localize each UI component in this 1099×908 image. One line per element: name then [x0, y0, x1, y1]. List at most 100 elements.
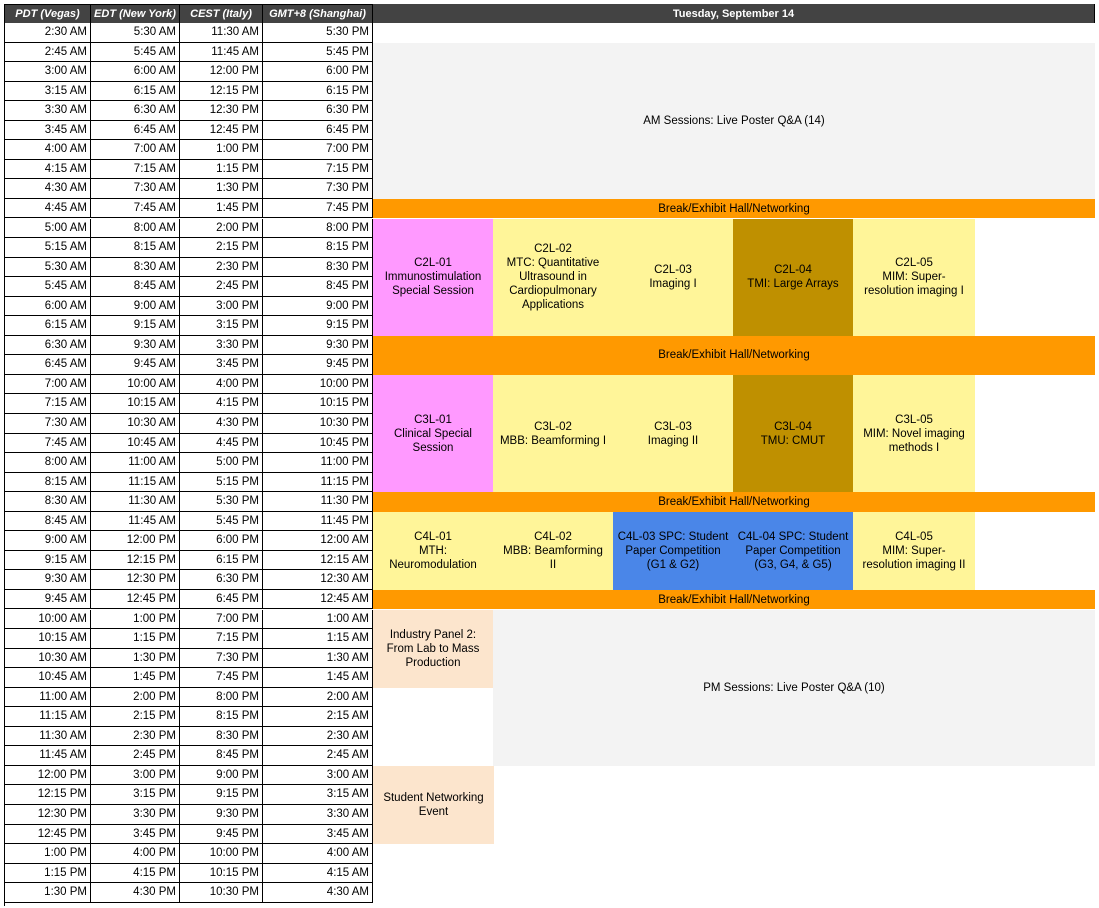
- time-cell-cest[interactable]: 12:30 PM: [180, 101, 263, 121]
- time-cell-cest[interactable]: 10:15 PM: [180, 863, 263, 884]
- time-cell-cest[interactable]: 11:45 AM: [180, 42, 263, 63]
- header-pdt[interactable]: PDT (Vegas): [4, 4, 91, 23]
- time-cell-edt[interactable]: 8:30 AM: [91, 257, 180, 278]
- time-cell-pdt[interactable]: 4:45 AM: [4, 198, 91, 219]
- header-edt[interactable]: EDT (New York): [91, 4, 180, 23]
- time-cell-gmt[interactable]: 1:00 AM: [263, 609, 373, 630]
- time-cell-edt[interactable]: 11:30 AM: [91, 492, 180, 512]
- time-cell-gmt[interactable]: 3:30 AM: [263, 805, 373, 825]
- time-cell-cest[interactable]: 6:00 PM: [180, 531, 263, 551]
- time-cell-gmt[interactable]: 4:30 AM: [263, 883, 373, 903]
- time-cell-cest[interactable]: 12:00 PM: [180, 62, 263, 82]
- time-cell-cest[interactable]: 7:00 PM: [180, 609, 263, 630]
- time-cell-pdt[interactable]: 9:15 AM: [4, 550, 91, 571]
- time-cell-gmt[interactable]: 10:30 PM: [263, 414, 373, 434]
- time-cell-cest[interactable]: 12:15 PM: [180, 81, 263, 102]
- time-cell-edt[interactable]: 8:15 AM: [91, 238, 180, 258]
- time-cell-cest[interactable]: 1:15 PM: [180, 159, 263, 180]
- time-cell-edt[interactable]: 10:15 AM: [91, 394, 180, 414]
- time-cell-gmt[interactable]: 9:00 PM: [263, 296, 373, 317]
- time-cell-edt[interactable]: 7:30 AM: [91, 179, 180, 199]
- time-cell-cest[interactable]: 10:30 PM: [180, 883, 263, 903]
- time-cell-edt[interactable]: 3:45 PM: [91, 824, 180, 845]
- header-day[interactable]: Tuesday, September 14: [373, 4, 1095, 23]
- time-cell-edt[interactable]: 3:15 PM: [91, 785, 180, 805]
- time-cell-gmt[interactable]: 11:00 PM: [263, 453, 373, 473]
- time-cell-gmt[interactable]: 12:15 AM: [263, 550, 373, 571]
- time-cell-cest[interactable]: 7:30 PM: [180, 648, 263, 669]
- session-c2l02[interactable]: C2L-02 MTC: Quantitative Ultrasound in Card…: [493, 218, 613, 336]
- time-cell-pdt[interactable]: 12:00 PM: [4, 765, 91, 786]
- time-cell-cest[interactable]: 12:45 PM: [180, 120, 263, 141]
- time-cell-pdt[interactable]: 1:15 PM: [4, 863, 91, 884]
- time-cell-edt[interactable]: 6:45 AM: [91, 120, 180, 141]
- session-c4l03[interactable]: C4L-03 SPC: Student Paper Competition (G1 …: [613, 511, 733, 590]
- time-cell-pdt[interactable]: 11:00 AM: [4, 687, 91, 708]
- break-1[interactable]: Break/Exhibit Hall/Networking: [373, 198, 1095, 219]
- time-cell-cest[interactable]: 2:15 PM: [180, 238, 263, 258]
- time-cell-cest[interactable]: 9:45 PM: [180, 824, 263, 845]
- session-c2l05[interactable]: C2L-05 MIM: Super-resolution imaging I: [853, 218, 975, 336]
- time-cell-pdt[interactable]: 5:00 AM: [4, 218, 91, 239]
- time-cell-edt[interactable]: 9:15 AM: [91, 316, 180, 336]
- time-cell-pdt[interactable]: 2:45 AM: [4, 42, 91, 63]
- time-cell-gmt[interactable]: 3:45 AM: [263, 824, 373, 845]
- time-cell-gmt[interactable]: 9:30 PM: [263, 335, 373, 356]
- session-c3l02[interactable]: C3L-02 MBB: Beamforming I: [493, 374, 613, 493]
- time-cell-gmt[interactable]: 6:15 PM: [263, 81, 373, 102]
- time-cell-pdt[interactable]: 7:30 AM: [4, 414, 91, 434]
- session-c3l03[interactable]: C3L-03 Imaging II: [613, 374, 733, 493]
- time-cell-cest[interactable]: 2:30 PM: [180, 257, 263, 278]
- time-cell-cest[interactable]: 5:45 PM: [180, 511, 263, 532]
- time-cell-cest[interactable]: 5:30 PM: [180, 492, 263, 512]
- time-cell-edt[interactable]: 1:45 PM: [91, 668, 180, 688]
- time-cell-cest[interactable]: 4:15 PM: [180, 394, 263, 414]
- time-cell-gmt[interactable]: 11:30 PM: [263, 492, 373, 512]
- time-cell-gmt[interactable]: 7:30 PM: [263, 179, 373, 199]
- time-cell-gmt[interactable]: 1:15 AM: [263, 629, 373, 649]
- session-c2l01[interactable]: C2L-01 Immunostimulation Special Session: [373, 218, 493, 336]
- time-cell-cest[interactable]: 3:30 PM: [180, 335, 263, 356]
- time-cell-gmt[interactable]: 7:45 PM: [263, 198, 373, 219]
- time-cell-cest[interactable]: 7:45 PM: [180, 668, 263, 688]
- time-cell-cest[interactable]: 4:00 PM: [180, 374, 263, 395]
- time-cell-cest[interactable]: 7:15 PM: [180, 629, 263, 649]
- time-cell-edt[interactable]: 8:45 AM: [91, 277, 180, 297]
- session-c4l04[interactable]: C4L-04 SPC: Student Paper Competition (G3,…: [733, 511, 853, 590]
- pm-poster-session[interactable]: PM Sessions: Live Poster Q&A (10): [493, 609, 1095, 766]
- time-cell-pdt[interactable]: 2:30 AM: [4, 23, 91, 43]
- time-cell-pdt[interactable]: 3:30 AM: [4, 101, 91, 121]
- time-cell-edt[interactable]: 4:00 PM: [91, 844, 180, 864]
- time-cell-edt[interactable]: 9:45 AM: [91, 355, 180, 375]
- time-cell-edt[interactable]: 5:45 AM: [91, 42, 180, 63]
- time-cell-pdt[interactable]: 11:30 AM: [4, 726, 91, 747]
- time-cell-cest[interactable]: 6:15 PM: [180, 550, 263, 571]
- time-cell-pdt[interactable]: 4:00 AM: [4, 140, 91, 160]
- time-cell-pdt[interactable]: 10:30 AM: [4, 648, 91, 669]
- time-cell-gmt[interactable]: 9:15 PM: [263, 316, 373, 336]
- time-cell-pdt[interactable]: 10:00 AM: [4, 609, 91, 630]
- time-cell-gmt[interactable]: 3:00 AM: [263, 765, 373, 786]
- time-cell-gmt[interactable]: 12:30 AM: [263, 570, 373, 590]
- time-cell-cest[interactable]: 4:30 PM: [180, 414, 263, 434]
- time-cell-edt[interactable]: 12:00 PM: [91, 531, 180, 551]
- time-cell-gmt[interactable]: 11:45 PM: [263, 511, 373, 532]
- time-cell-gmt[interactable]: 3:15 AM: [263, 785, 373, 805]
- time-cell-edt[interactable]: 10:30 AM: [91, 414, 180, 434]
- time-cell-gmt[interactable]: 2:00 AM: [263, 687, 373, 708]
- time-cell-edt[interactable]: 9:30 AM: [91, 335, 180, 356]
- time-cell-gmt[interactable]: 7:15 PM: [263, 159, 373, 180]
- time-cell-cest[interactable]: 10:00 PM: [180, 844, 263, 864]
- time-cell-cest[interactable]: 2:00 PM: [180, 218, 263, 239]
- time-cell-gmt[interactable]: 2:30 AM: [263, 726, 373, 747]
- time-cell-cest[interactable]: 4:45 PM: [180, 433, 263, 454]
- time-cell-cest[interactable]: 5:00 PM: [180, 453, 263, 473]
- time-cell-pdt[interactable]: 9:30 AM: [4, 570, 91, 590]
- time-cell-pdt[interactable]: 9:00 AM: [4, 531, 91, 551]
- student-networking-event[interactable]: Student Networking Event: [373, 765, 494, 845]
- time-cell-edt[interactable]: 6:15 AM: [91, 81, 180, 102]
- time-cell-pdt[interactable]: 5:30 AM: [4, 257, 91, 278]
- time-cell-gmt[interactable]: 10:00 PM: [263, 374, 373, 395]
- time-cell-edt[interactable]: 3:30 PM: [91, 805, 180, 825]
- session-c2l03[interactable]: C2L-03 Imaging I: [613, 218, 733, 336]
